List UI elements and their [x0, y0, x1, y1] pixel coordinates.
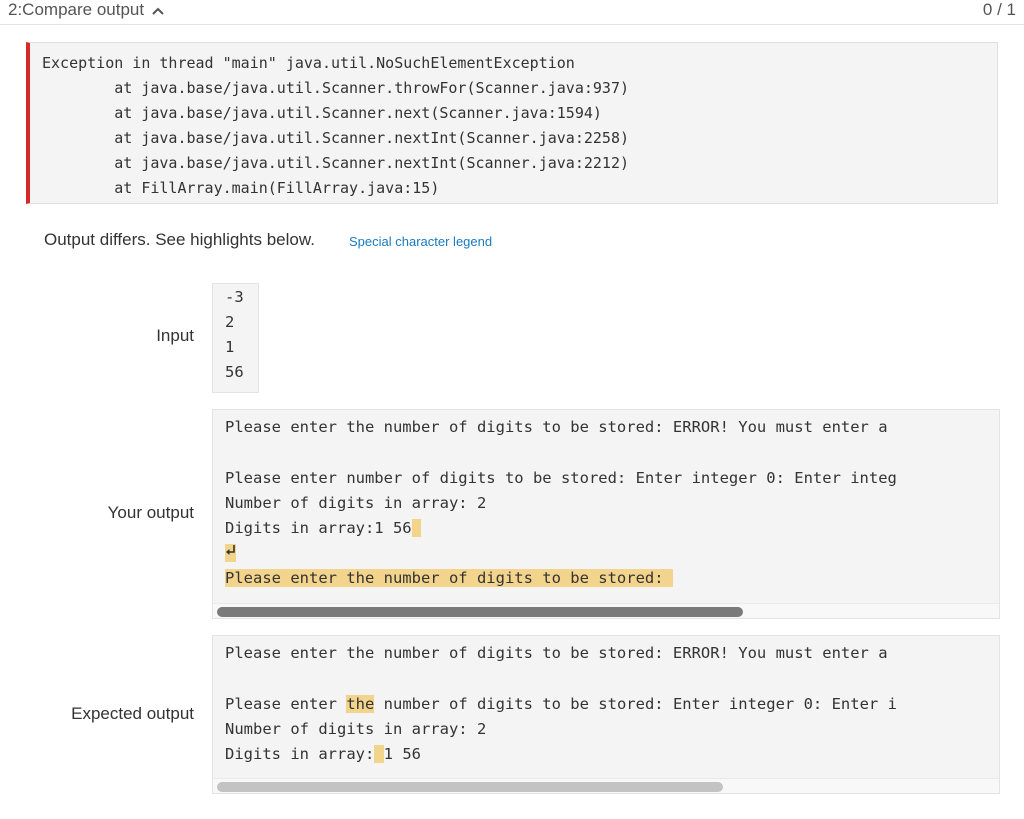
scrollbar-thumb[interactable] — [217, 782, 723, 792]
special-character-legend-link[interactable]: Special character legend — [349, 234, 492, 249]
extra-output-highlight: Please enter the number of digits to be … — [225, 569, 673, 587]
your-output-line: Digits in array:1 56 — [225, 516, 421, 541]
missing-word-highlight: the — [346, 695, 375, 713]
your-output-box: Please enter the number of digits to be … — [212, 409, 1000, 619]
newline-highlight — [225, 544, 236, 562]
exception-line: at java.base/java.util.Scanner.nextInt(S… — [42, 154, 629, 172]
expected-output-line: Please enter the number of digits to be … — [225, 644, 888, 662]
expected-text: Digits in array: — [225, 745, 375, 763]
input-line: 2 — [225, 313, 235, 331]
test-title: 2:Compare output — [8, 0, 145, 19]
your-output-label: Your output — [107, 503, 194, 522]
your-output-line: Please enter the number of digits to be … — [225, 418, 888, 436]
return-arrow-icon — [226, 545, 235, 555]
your-output-text: Digits in array:1 56 — [225, 519, 412, 537]
missing-space-highlight — [374, 745, 384, 763]
exception-line: at java.base/java.util.Scanner.throwFor(… — [42, 79, 629, 97]
your-output-line: Please enter number of digits to be stor… — [225, 469, 897, 487]
exception-line: at java.base/java.util.Scanner.nextInt(S… — [42, 129, 629, 147]
exception-line: Exception in thread "main" java.util.NoS… — [42, 54, 575, 72]
input-line: -3 — [225, 288, 244, 306]
exception-block: Exception in thread "main" java.util.NoS… — [26, 42, 998, 204]
exception-line: at FillArray.main(FillArray.java:15) — [42, 179, 440, 197]
expected-text: Please enter — [225, 695, 347, 713]
scrollbar-thumb[interactable] — [217, 607, 743, 617]
trailing-space-highlight — [411, 519, 421, 537]
horizontal-scrollbar[interactable] — [213, 603, 999, 618]
expected-output-box: Please enter the number of digits to be … — [212, 635, 1000, 794]
expected-output-line: Number of digits in array: 2 — [225, 720, 487, 738]
chevron-up-icon — [152, 7, 164, 15]
exception-line: at java.base/java.util.Scanner.next(Scan… — [42, 104, 602, 122]
expected-output-line: Digits in array: 1 56 — [225, 742, 421, 767]
input-line: 1 — [225, 338, 235, 356]
expected-output-line: Please enter the number of digits to be … — [225, 692, 897, 717]
compare-output-header: 2:Compare output 0 / 1 — [0, 0, 1024, 25]
input-label: Input — [156, 326, 194, 345]
your-output-line: Number of digits in array: 2 — [225, 494, 487, 512]
test-toggle[interactable]: 2:Compare output — [8, 0, 165, 20]
your-output-line — [225, 541, 236, 566]
output-differs-message: Output differs. See highlights below. — [44, 230, 315, 249]
expected-text: number of digits to be stored: Enter int… — [374, 695, 897, 713]
horizontal-scrollbar[interactable] — [213, 778, 999, 793]
expected-output-label: Expected output — [71, 704, 194, 723]
input-box: -3 2 1 56 — [212, 283, 259, 393]
score: 0 / 1 — [982, 0, 1016, 19]
input-line: 56 — [225, 363, 244, 381]
expected-text: 1 56 — [383, 745, 421, 763]
your-output-line: Please enter the number of digits to be … — [225, 566, 673, 591]
exception-text: Exception in thread "main" java.util.NoS… — [30, 43, 997, 201]
